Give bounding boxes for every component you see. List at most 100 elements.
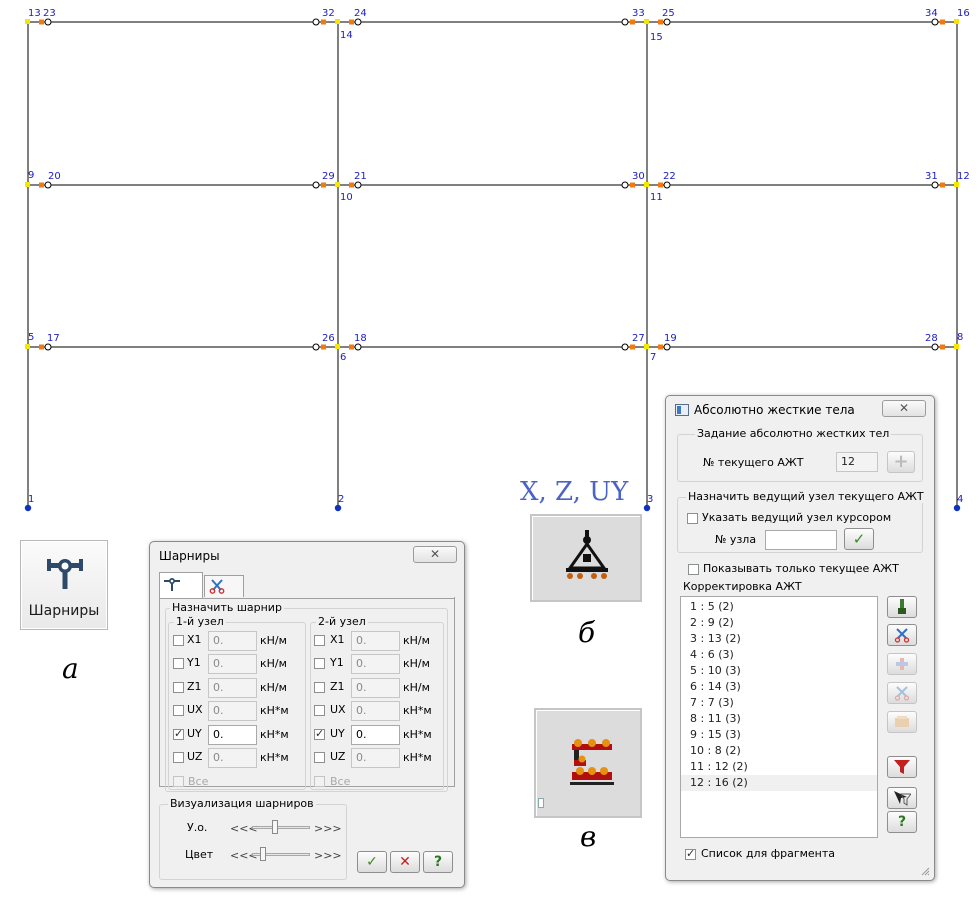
help-button[interactable]: ? [887,811,917,833]
list-item[interactable]: 11 : 12 (2) [681,759,877,775]
slider-thumb[interactable] [260,847,266,861]
brush-button[interactable] [887,596,917,618]
tab-hinges[interactable] [159,572,203,598]
support-icon [566,530,608,579]
color-slider-right[interactable]: >>> [314,849,342,862]
dialog-title: Абсолютно жесткие тела [694,403,855,417]
filter-icon [894,760,910,774]
help-button[interactable]: ? [423,851,453,873]
node-label: 24 [354,8,367,19]
cursor-master-label: Указать ведущий узел курсором [702,511,892,524]
list-item[interactable]: 3 : 13 (2) [681,631,877,647]
dof-ux-node1-checkbox[interactable] [173,705,184,716]
list-item[interactable]: 5 : 10 (3) [681,663,877,679]
all-node1-label: Все [188,775,209,788]
dof-z1-node1-checkbox[interactable] [173,682,184,693]
list-item[interactable]: 10 : 8 (2) [681,743,877,759]
show-only-current-checkbox[interactable] [688,564,699,575]
dof-uz-node1-checkbox[interactable] [173,752,184,763]
node-label: 6 [340,352,346,363]
dof-ux-node1-stiffness[interactable]: 0. [208,701,257,721]
list-item[interactable]: 1 : 5 (2) [681,599,877,615]
color-slider[interactable] [252,847,310,861]
support-node [334,504,342,512]
dof-y1-node1-stiffness[interactable]: 0. [208,654,257,674]
tab-cut[interactable] [204,575,244,597]
cut-disabled-button[interactable] [887,682,917,704]
fragment-list-checkbox[interactable] [685,847,696,860]
close-button[interactable]: ✕ [413,546,457,563]
rigid-end-mark [940,19,945,25]
dof-uz-node2-stiffness[interactable]: 0. [351,748,400,768]
list-item[interactable]: 9 : 15 (3) [681,727,877,743]
dof-uy-node1-checkbox[interactable] [173,727,184,740]
cursor-filter-button[interactable] [887,787,917,809]
resize-grip-icon[interactable] [920,866,930,876]
dof-ux-node2-stiffness[interactable]: 0. [351,701,400,721]
dof-z1-node2-checkbox[interactable] [314,682,325,693]
beam-hinge [354,18,362,26]
dof-x1-node2-checkbox[interactable] [314,635,325,646]
eraser-disabled-button[interactable] [887,711,917,733]
node-label: 29 [322,171,335,182]
list-item[interactable]: 8 : 11 (3) [681,711,877,727]
rigid-end-mark [658,19,663,25]
dof-y1-node1-checkbox[interactable] [173,658,184,669]
ok-icon: ✓ [366,854,378,870]
node-number-field[interactable] [765,530,837,550]
filter-button[interactable] [887,756,917,778]
dof-uy-node2-checkbox[interactable] [314,727,325,740]
slider-thumb[interactable] [272,820,278,834]
dof-ux-node2-checkbox[interactable] [314,705,325,716]
dof-uy-node2-label: UY [330,727,345,740]
angle-slider[interactable] [252,820,310,834]
eraser-disabled-icon [895,716,909,727]
list-item[interactable]: 12 : 16 (2) [681,775,877,791]
dof-y1-node2-stiffness[interactable]: 0. [351,654,400,674]
apply-node-button[interactable]: ✓ [844,528,874,550]
cut-button[interactable] [887,624,917,646]
close-button[interactable]: ✕ [882,400,926,417]
list-item[interactable]: 4 : 6 (3) [681,647,877,663]
node-label: 1 [28,494,34,505]
hinges-tool-button[interactable]: Шарниры [20,540,108,630]
add-disabled-button[interactable] [887,653,917,675]
assign-hinge-group-label: Назначить шарнир [170,601,284,614]
dof-y1-node2-checkbox[interactable] [314,658,325,669]
dialog-title: Шарниры [159,549,220,563]
cancel-button[interactable]: ✕ [390,851,420,873]
angle-slider-right[interactable]: >>> [314,822,342,835]
current-rigid-field[interactable]: 12 [836,452,878,472]
add-rigid-button[interactable]: + [887,451,915,473]
rigid-body-icon [570,739,614,785]
all-node1-checkbox[interactable] [173,776,184,787]
dof-uz-node1-label: UZ [187,750,203,763]
dof-uy-node1-stiffness[interactable]: 0. [208,725,257,745]
ok-button[interactable]: ✓ [357,851,387,873]
rigid-bodies-list[interactable]: 1 : 5 (2) 2 : 9 (2) 3 : 13 (2) 4 : 6 (3) 5 :… [680,596,878,838]
beam-hinge [44,343,52,351]
marker-icon [538,798,544,808]
dof-uy-node2-stiffness[interactable]: 0. [351,725,400,745]
cursor-master-checkbox[interactable] [687,513,698,524]
dof-z1-node2-stiffness[interactable]: 0. [351,678,400,698]
list-item[interactable]: 7 : 7 (3) [681,695,877,711]
all-node2-checkbox[interactable] [314,776,325,787]
node-label: 3 [647,494,653,505]
column-node [25,182,30,187]
dof-ux-node2-unit: кН*м [403,704,432,717]
beam-hinge [931,18,939,26]
node2-group-label: 2-й узел [316,615,368,628]
dof-z1-node1-stiffness[interactable]: 0. [208,678,257,698]
list-item[interactable]: 2 : 9 (2) [681,615,877,631]
dof-x1-node1-stiffness[interactable]: 0. [208,631,257,651]
list-item[interactable]: 6 : 14 (3) [681,679,877,695]
slider-track [252,826,310,829]
beam-hinge [663,343,671,351]
dof-x1-node2-stiffness[interactable]: 0. [351,631,400,651]
dof-uz-node1-stiffness[interactable]: 0. [208,748,257,768]
dof-uz-node2-checkbox[interactable] [314,752,325,763]
dof-x1-node1-checkbox[interactable] [173,635,184,646]
node-label: 28 [925,333,938,344]
brush-icon [898,599,906,614]
